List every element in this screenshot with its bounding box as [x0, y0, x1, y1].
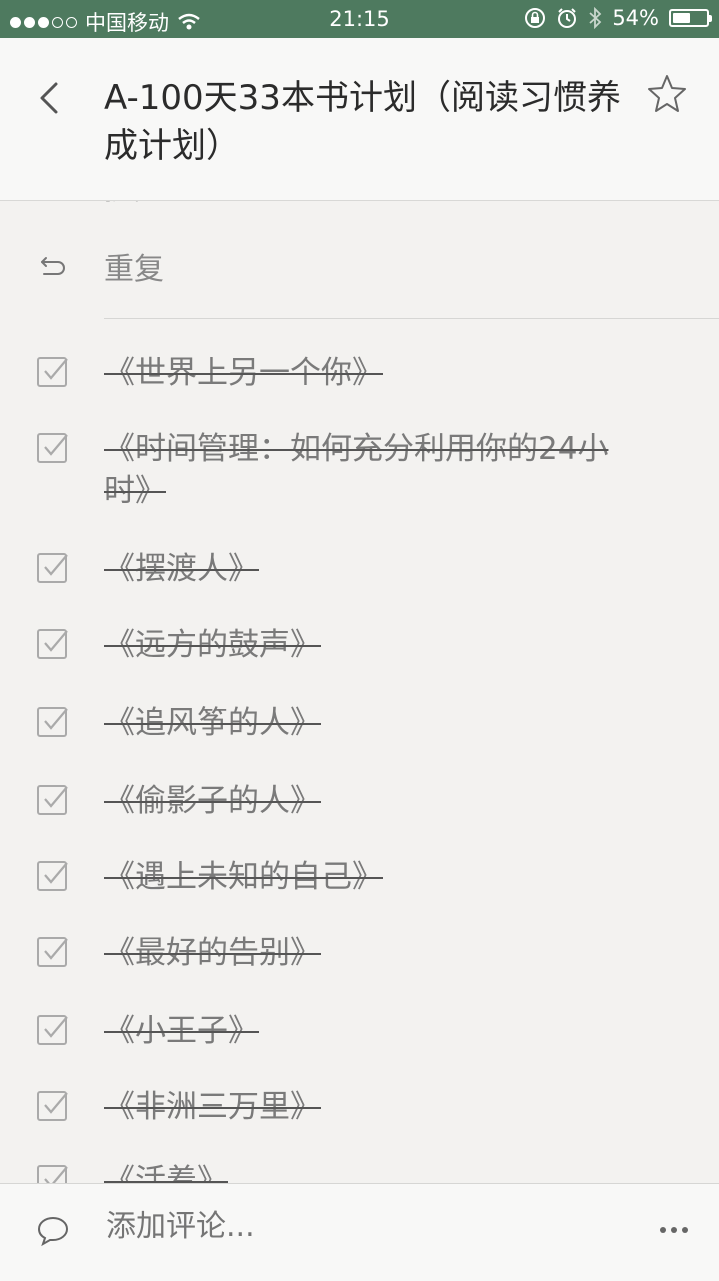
checkbox-checked-icon[interactable]: [36, 858, 70, 892]
navigation-header: A-100天33本书计划（阅读习惯养成计划）: [0, 38, 719, 201]
checkbox-checked-icon[interactable]: [36, 626, 70, 660]
checkbox-checked-icon[interactable]: [36, 704, 70, 738]
checkbox-checked-icon[interactable]: [36, 1088, 70, 1122]
checkbox-checked-icon[interactable]: [36, 934, 70, 968]
bluetooth-icon: [589, 7, 602, 29]
star-icon[interactable]: [645, 72, 689, 116]
rotation-lock-icon: [525, 8, 546, 28]
comment-bar: [0, 1183, 719, 1281]
checklist-item-title: 《世界上另一个你》: [104, 355, 383, 391]
checklist-item-title: 《遇上未知的自己》: [104, 859, 383, 895]
page-title: A-100天33本书计划（阅读习惯养成计划）: [104, 78, 621, 166]
checklist-item-title: 《偷影子的人》: [104, 783, 321, 819]
ellipsis-icon[interactable]: [659, 1222, 689, 1238]
comment-input[interactable]: [104, 1208, 628, 1245]
divider: [104, 318, 719, 319]
checkbox-checked-icon[interactable]: [36, 782, 70, 816]
checklist-item-title: 《时间管理：如何充分利用你的24小时》: [104, 431, 609, 509]
alarm-icon: [558, 8, 577, 28]
checklist-item-title: 《远方的鼓声》: [104, 627, 321, 663]
checklist-item-title: 《追风筝的人》: [104, 705, 321, 741]
checkbox-checked-icon[interactable]: [36, 550, 70, 584]
battery-icon: [669, 9, 712, 27]
checklist-item-title: 《最好的告别》: [104, 935, 321, 971]
back-button[interactable]: [30, 76, 74, 120]
repeat-label: 重复: [104, 252, 164, 287]
battery-percent: 54%: [612, 6, 659, 30]
status-bar: 中国移动 21:15 54%: [0, 0, 719, 38]
repeat-icon: [41, 257, 65, 275]
checklist-item-title: 《非洲三万里》: [104, 1089, 321, 1125]
checkbox-checked-icon[interactable]: [36, 354, 70, 388]
repeat-row[interactable]: 重复: [0, 238, 719, 298]
checkbox-checked-icon[interactable]: [36, 1012, 70, 1046]
speech-bubble-icon: [37, 1216, 69, 1247]
checklist-item-title: 《摆渡人》: [104, 551, 259, 587]
checklist-item-title: 《小王子》: [104, 1013, 259, 1049]
checkbox-checked-icon[interactable]: [36, 430, 70, 464]
